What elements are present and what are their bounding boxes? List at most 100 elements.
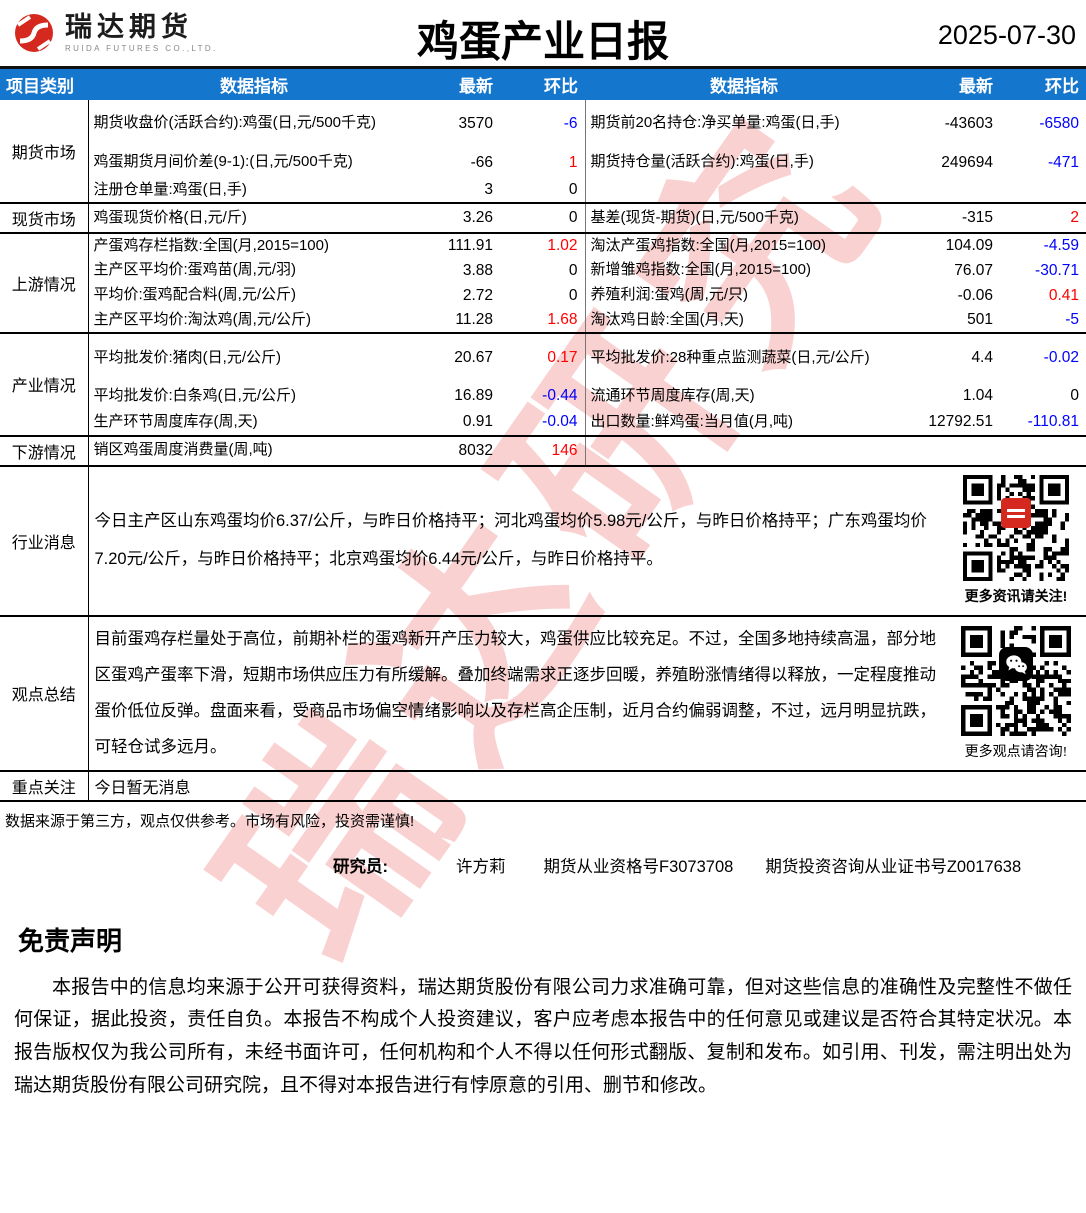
report-page: 瑞达期货 RUIDA FUTURES CO.,LTD. 鸡蛋产业日报 2025-…: [0, 0, 1086, 1102]
change-value-cell: 0: [1070, 386, 1079, 404]
change-value-cell: -6580: [1039, 114, 1079, 132]
latest-value-cell: 3: [484, 180, 493, 198]
latest-value-cell: [903, 178, 1000, 203]
qr-red-badge-icon: [1001, 498, 1031, 528]
indicator-cell: 期货持仓量(活跃合约):鸡蛋(日,手): [584, 147, 903, 178]
col-header-latest-right: 最新: [903, 67, 1000, 100]
indicator-cell: 淘汰产蛋鸡指数:全国(月,2015=100): [584, 231, 903, 258]
change-value-cell: -30.71: [1035, 261, 1079, 279]
category-news: 行业消息: [0, 464, 89, 616]
latest-value-cell: 111.91: [420, 231, 500, 258]
latest-value-cell: -66: [470, 153, 493, 171]
category-summary: 观点总结: [0, 614, 89, 771]
latest-value-cell: 8032: [420, 434, 500, 466]
latest-value-cell: 11.28: [455, 311, 493, 329]
category-cell: 期货市场: [0, 99, 89, 203]
col-header-indicator-right: 数据指标: [585, 67, 903, 100]
change-value-cell: 0.17: [500, 332, 585, 382]
change-value-cell: 0: [568, 286, 578, 304]
summary-section-row: 观点总结 目前蛋鸡存栏量处于高位，前期补栏的蛋鸡新开产压力较大，鸡蛋供应比较充足…: [0, 614, 1086, 771]
indicator-cell: [584, 434, 903, 466]
category-cell: 现货市场: [0, 201, 89, 233]
latest-value-cell: -0.06: [957, 286, 993, 304]
indicator-cell: 销区鸡蛋周度消费量(周,吨): [88, 434, 420, 466]
indicator-cell: 养殖利润:蛋鸡(周,元/只): [584, 283, 903, 308]
indicator-cell: 期货前20名持仓:净买单量:鸡蛋(日,手): [584, 99, 903, 148]
latest-value-cell: 16.89: [454, 386, 493, 404]
indicator-cell: 产蛋鸡存栏指数:全国(月,2015=100): [88, 231, 420, 258]
change-value-cell: -6: [563, 114, 578, 132]
category-cell: 下游情况: [0, 434, 89, 466]
table-row: 主产区平均价:淘汰鸡(周,元/公斤) 11.28 1.68 淘汰鸡日龄:全国(月,天)…: [0, 308, 1086, 334]
change-value-cell: -0.04: [542, 413, 578, 431]
indicator-cell: [584, 177, 903, 203]
change-value-cell: 1.02: [500, 231, 585, 258]
researcher-line: 研究员: 许方莉 期货从业资格号F3073708 期货投资咨询从业证书号Z001…: [333, 853, 1086, 877]
indicator-cell: 平均批发价:28种重点监测蔬菜(日,元/公斤): [584, 332, 903, 382]
indicator-cell: 主产区平均价:淘汰鸡(周,元/公斤): [93, 311, 312, 328]
category-cell: 上游情况: [0, 231, 89, 334]
news-section-row: 行业消息 今日主产区山东鸡蛋均价6.37/公斤，与昨日价格持平；河北鸡蛋均价5.…: [0, 464, 1086, 616]
researcher-name: 许方莉: [456, 857, 506, 876]
change-value-cell: 0: [500, 201, 585, 233]
researcher-cert-2: 期货投资咨询从业证书号Z0017638: [765, 857, 1022, 876]
table-row: 现货市场 鸡蛋现货价格(日,元/斤) 3.26 0 基差(现货-期货)(日,元/500千…: [0, 201, 1086, 233]
table-row: 鸡蛋期货月间价差(9-1):(日,元/500千克) -66 1 期货持仓量(活跃合约)…: [0, 147, 1086, 178]
indicator-cell: 主产区平均价:蛋鸡苗(周,元/羽): [93, 261, 297, 279]
indicator-cell: 平均批发价:猪肉(日,元/公斤): [88, 332, 420, 382]
news-qr-code-icon: [963, 475, 1069, 581]
category-cell: 产业情况: [0, 332, 89, 436]
change-value-cell: -471: [1047, 153, 1079, 171]
focus-text: 今日暂无消息: [88, 769, 1086, 802]
indicator-cell: 基差(现货-期货)(日,元/500千克): [584, 201, 903, 233]
focus-section-row: 重点关注 今日暂无消息: [0, 769, 1086, 802]
change-value-cell: 2: [1000, 201, 1086, 233]
latest-value-cell: 3.88: [462, 261, 493, 279]
page-title: 鸡蛋产业日报: [416, 18, 669, 65]
col-header-category: 项目类别: [0, 67, 88, 100]
change-value-cell: 0: [568, 180, 578, 198]
summary-qr-code-icon: [961, 625, 1071, 736]
risk-note: 数据来源于第三方，观点仅供参考。市场有风险，投资需谨慎!: [5, 812, 415, 830]
indicator-cell: 平均批发价:白条鸡(日,元/公斤): [93, 386, 297, 404]
change-value-cell: [1000, 434, 1086, 466]
latest-value-cell: -315: [903, 201, 1000, 233]
summary-text: 目前蛋鸡存栏量处于高位，前期补栏的蛋鸡新开产压力较大，鸡蛋供应比较充足。不过，全…: [94, 629, 937, 757]
indicator-cell: 流通环节周度库存(周,天): [584, 381, 903, 411]
col-header-change-right: 环比: [1000, 67, 1086, 100]
table-row: 注册仓单量:鸡蛋(日,手) 3 0: [0, 177, 1086, 203]
news-qr-caption: 更多资讯请关注!: [964, 588, 1068, 604]
disclaimer-body: 本报告中的信息均来源于公开可获得资料，瑞达期货股份有限公司力求准确可靠，但对这些…: [14, 976, 1072, 1096]
latest-value-cell: 20.67: [420, 332, 500, 382]
table-row: 上游情况 产蛋鸡存栏指数:全国(月,2015=100) 111.91 1.02 淘汰产蛋…: [0, 231, 1086, 334]
change-value-cell: 1.68: [547, 311, 578, 329]
latest-value-cell: 2.72: [462, 286, 493, 304]
latest-value-cell: 1.04: [962, 386, 993, 404]
indicator-cell: 生产环节周度库存(周,天): [93, 413, 258, 431]
latest-value-cell: 12792.51: [928, 413, 993, 431]
indicator-cell: 期货收盘价(活跃合约):鸡蛋(日,元/500千克): [93, 114, 377, 132]
indicator-cell: 新增雏鸡指数:全国(月,2015=100): [584, 258, 903, 283]
indicator-cell: 出口数量:鲜鸡蛋:当月值(月,吨): [584, 410, 903, 436]
col-header-indicator-left: 数据指标: [88, 67, 420, 100]
change-value-cell: -5: [1065, 311, 1079, 329]
indicator-cell: 平均价:蛋鸡配合料(周,元/公斤): [93, 286, 297, 304]
latest-value-cell: 501: [967, 311, 993, 329]
table-row: 平均价:蛋鸡配合料(周,元/公斤) 2.72 0 养殖利润:蛋鸡(周,元/只) -0.0…: [0, 283, 1086, 308]
latest-value-cell: 0.91: [462, 413, 493, 431]
indicator-cell: 淘汰鸡日龄:全国(月,天): [584, 308, 903, 334]
researcher-label: 研究员:: [333, 857, 388, 876]
latest-value-cell: -43603: [944, 114, 993, 132]
change-value-cell: 1: [568, 153, 578, 171]
latest-value-cell: 76.07: [954, 261, 993, 279]
change-value-cell: 146: [500, 434, 585, 466]
table-row: 期货市场 期货收盘价(活跃合约):鸡蛋(日,元/500千克) 3570 -6 期货前20…: [0, 99, 1086, 203]
table-row: 下游情况 销区鸡蛋周度消费量(周,吨) 8032 146: [0, 434, 1086, 466]
news-text: 今日主产区山东鸡蛋均价6.37/公斤，与昨日价格持平；河北鸡蛋均价5.98元/公…: [94, 512, 927, 568]
page-header: 瑞达期货 RUIDA FUTURES CO.,LTD. 鸡蛋产业日报 2025-…: [0, 0, 1086, 66]
data-table: 项目类别 数据指标 最新 环比 数据指标 最新 环比 期货市场 期货收盘价(活跃合…: [0, 66, 1086, 802]
report-date: 2025-07-30: [937, 20, 1076, 50]
table-row: 平均批发价:白条鸡(日,元/公斤) 16.89 -0.44 流通环节周度库存(周,天)…: [0, 381, 1086, 411]
col-header-latest-left: 最新: [420, 67, 500, 100]
change-value-cell: [1000, 178, 1086, 203]
